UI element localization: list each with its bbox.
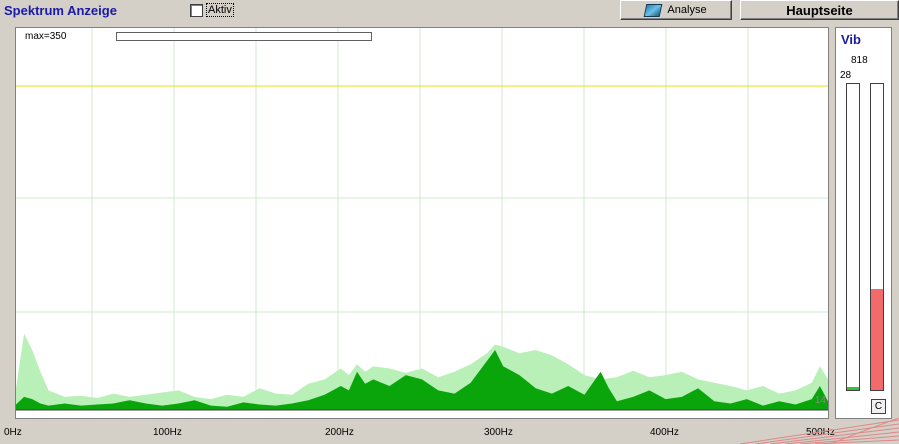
vib-level-bar-2 (870, 83, 884, 391)
analyse-button[interactable]: Analyse (620, 0, 732, 20)
vib-title: Vib (841, 32, 861, 47)
x-tick-label: 300Hz (484, 427, 513, 438)
decorative-lines (739, 418, 899, 444)
vib-level-fill-1 (847, 386, 859, 390)
hauptseite-label: Hauptseite (786, 2, 853, 18)
max-progress-bar (116, 32, 372, 41)
aktiv-checkbox[interactable]: Aktiv (190, 3, 234, 17)
vib-level-fill-2 (871, 289, 883, 390)
vib-panel: Vib 818 28 C (835, 27, 892, 419)
x-tick-label: 0Hz (4, 427, 22, 438)
analyse-label: Analyse (667, 4, 707, 16)
hauptseite-button[interactable]: Hauptseite (740, 0, 899, 20)
vib-small-value: 28 (840, 70, 852, 81)
max-label: max=350 (25, 31, 67, 42)
page-title: Spektrum Anzeige (4, 3, 117, 18)
book-icon (644, 3, 663, 17)
x-tick-label: 200Hz (325, 427, 354, 438)
vib-value: 818 (851, 55, 868, 66)
checkbox-box[interactable] (190, 3, 203, 17)
right-value: 14 (814, 395, 826, 406)
x-tick-label: 100Hz (153, 427, 182, 438)
spectrum-plot (16, 28, 828, 411)
spectrum-chart: max=350 14 (15, 27, 829, 419)
aktiv-label: Aktiv (206, 3, 234, 17)
clear-button[interactable]: C (871, 399, 886, 414)
vib-level-bar-1 (846, 83, 860, 391)
